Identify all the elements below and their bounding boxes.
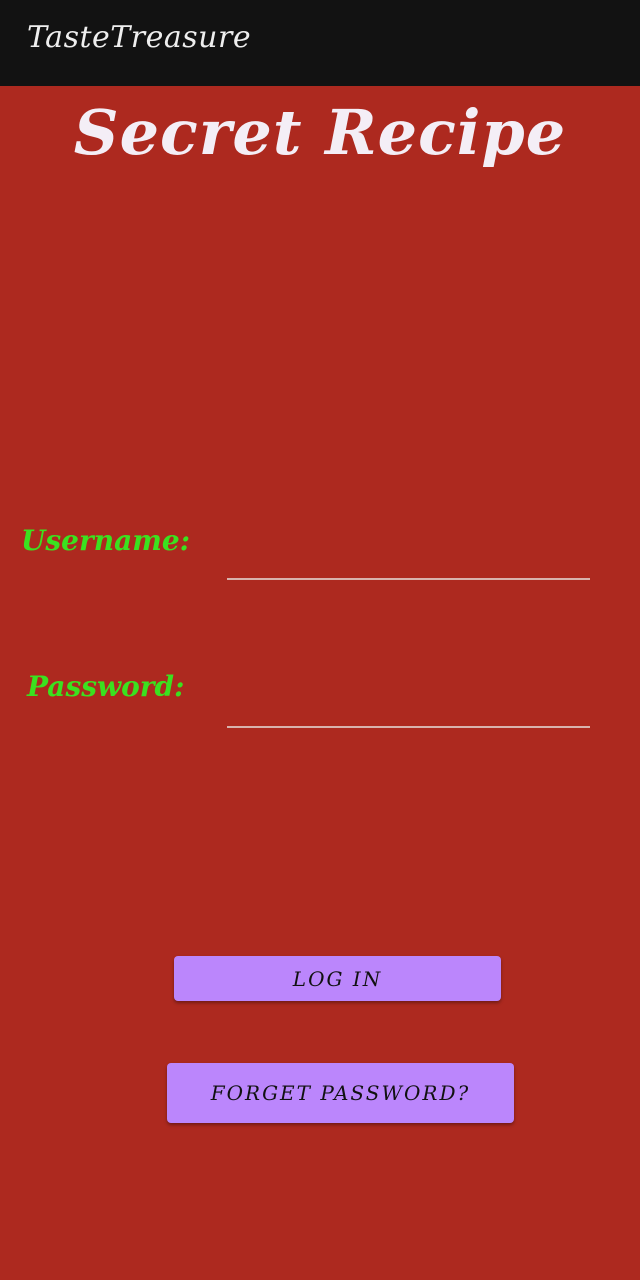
app-title: TasteTreasure [27,20,252,55]
login-screen: Secret Recipe Username: Password: LOG IN… [0,86,640,1280]
login-button[interactable]: LOG IN [174,956,501,1001]
username-input[interactable] [227,538,590,580]
password-input[interactable] [227,686,590,728]
forget-password-button[interactable]: FORGET PASSWORD? [167,1063,514,1123]
app-bar: TasteTreasure [0,0,640,86]
username-label: Username: [21,524,191,557]
page-title: Secret Recipe [73,96,567,169]
password-label: Password: [27,670,185,703]
